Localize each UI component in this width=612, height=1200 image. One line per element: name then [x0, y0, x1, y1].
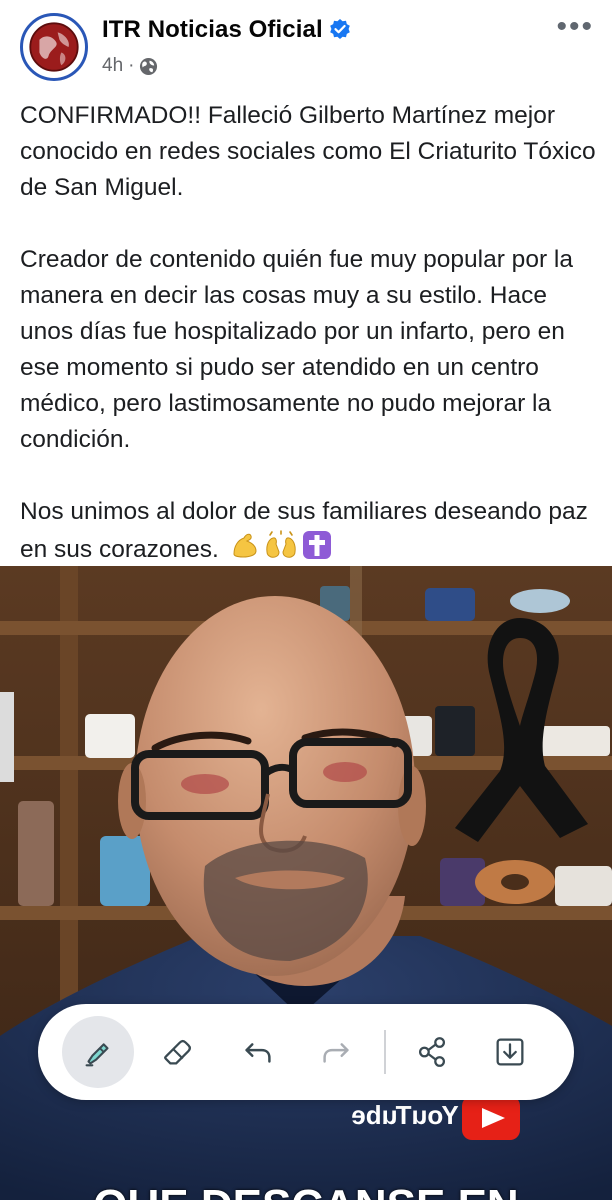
raising-hands-emoji [264, 530, 298, 571]
redo-icon [323, 1043, 349, 1063]
post-meta: 4h · [102, 55, 158, 77]
post-body: CONFIRMADO!! Falleció Gilberto Martínez … [20, 98, 600, 571]
verified-badge-icon [329, 18, 351, 40]
post-time[interactable]: 4h [102, 55, 123, 77]
highlighter-icon [85, 1043, 109, 1067]
latin-cross-emoji [302, 530, 332, 571]
share-icon [418, 1037, 446, 1067]
post-paragraph-last: Nos unimos al dolor de sus familiares de… [20, 494, 600, 571]
more-options-button[interactable]: ••• [556, 12, 594, 42]
eraser-icon [164, 1039, 192, 1065]
man-crying-black-ribbon-image: YouTube [0, 566, 612, 1200]
post-paragraph: Creador de contenido quién fue muy popul… [20, 246, 580, 453]
share-button[interactable] [396, 1016, 468, 1088]
toolbar-divider [384, 1030, 386, 1074]
highlighter-button[interactable] [62, 1016, 134, 1088]
markup-toolbar [38, 1004, 574, 1100]
globe-public-icon [139, 57, 158, 76]
flexed-biceps-emoji [230, 530, 260, 571]
page-name[interactable]: ITR Noticias Oficial [102, 16, 323, 43]
redo-button[interactable] [300, 1016, 372, 1088]
post-header: ITR Noticias Oficial 4h · ••• [0, 0, 612, 100]
download-icon [496, 1038, 524, 1066]
photo-caption-text: QUE DESCANSE EN [93, 1182, 518, 1200]
page-avatar[interactable] [20, 13, 88, 81]
globe-logo-icon [29, 22, 79, 72]
page-name-row[interactable]: ITR Noticias Oficial [102, 16, 351, 44]
meta-separator: · [128, 55, 135, 76]
shirt-logo-text: YouTube [351, 1100, 458, 1130]
eraser-button[interactable] [142, 1016, 214, 1088]
post-photo[interactable]: YouTube [0, 566, 612, 1200]
undo-icon [245, 1043, 271, 1063]
undo-button[interactable] [222, 1016, 294, 1088]
download-button[interactable] [474, 1016, 546, 1088]
photo-caption-partial: QUE DESCANSE EN [0, 1182, 612, 1200]
post-paragraph: CONFIRMADO!! Falleció Gilberto Martínez … [20, 102, 603, 201]
